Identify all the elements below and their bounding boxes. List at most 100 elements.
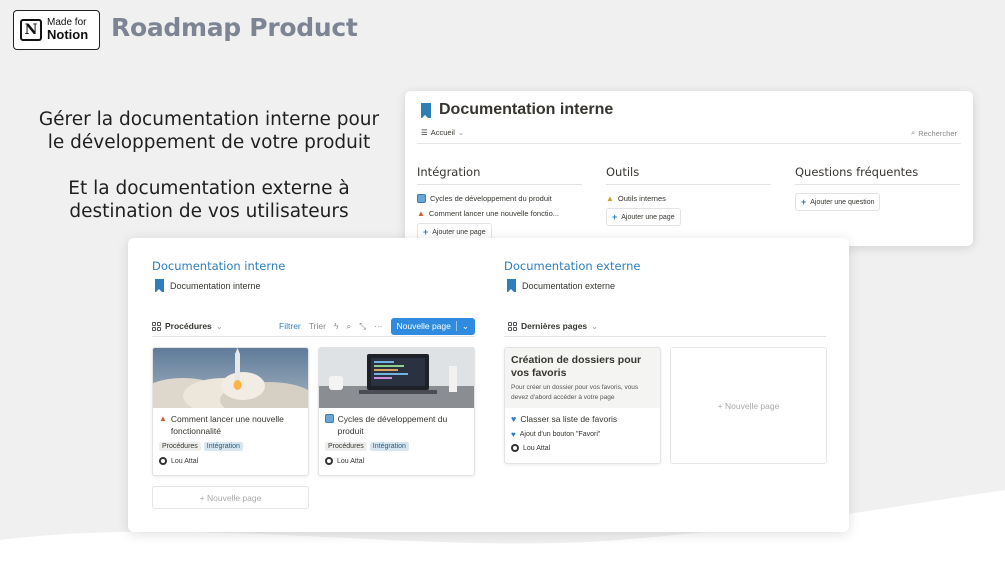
heart-icon: ♥ <box>511 430 516 439</box>
cycle-icon <box>417 194 426 203</box>
add-question-label: Ajouter une question <box>810 198 875 206</box>
add-new-page-button[interactable]: + Nouvelle page <box>152 486 309 509</box>
list-item-label: Cycles de développement du produit <box>430 194 552 203</box>
new-page-label: Nouvelle page <box>396 321 451 331</box>
card-author: Lou Attal <box>153 451 308 465</box>
tagline-external: Et la documentation externe à destinatio… <box>68 178 350 222</box>
heart-icon: ♥ <box>511 414 517 424</box>
search-label: Rechercher <box>918 128 957 138</box>
tag-procedures: Procédures <box>325 442 367 451</box>
chevron-down-icon: ⌄ <box>591 320 599 331</box>
add-page-button[interactable]: + Ajouter une page <box>606 208 681 226</box>
divider <box>417 143 961 144</box>
plus-icon: + <box>801 197 807 207</box>
gallery-card[interactable]: ▲ Comment lancer une nouvelle fonctionna… <box>152 347 309 476</box>
tools-icon: ▲ <box>606 194 614 203</box>
toolbar-divider <box>152 336 475 337</box>
bookmark-icon <box>507 279 516 293</box>
rocket-launch-image <box>153 348 308 408</box>
card-title: ♥ Classer sa liste de favoris <box>505 408 660 425</box>
internal-section-title[interactable]: Documentation interne <box>152 259 285 273</box>
page-title: Documentation interne <box>421 101 613 119</box>
avatar <box>511 444 519 452</box>
card-tags: Procédures Intégration <box>153 437 308 451</box>
plus-icon: + <box>423 227 429 237</box>
made-for-notion-badge: N Made for Notion <box>13 10 100 50</box>
internal-subtitle[interactable]: Documentation interne <box>155 279 261 293</box>
search-button[interactable]: ⌕ Rechercher <box>911 128 957 138</box>
column-faq: Questions fréquentes + Ajouter une quest… <box>795 165 960 211</box>
add-question-button[interactable]: + Ajouter une question <box>795 193 881 211</box>
toolbar-actions: Filtrer Trier ϟ ⌕ ⤡ ··· Nouvelle page ⌄ <box>279 317 475 335</box>
docs-database-card: Documentation interne Documentation inte… <box>128 238 849 532</box>
add-page-label: Ajouter une page <box>621 213 675 221</box>
gallery-card[interactable]: Cycles de développement du produit Procé… <box>318 347 475 476</box>
card-author: Lou Attal <box>505 439 660 452</box>
plus-icon: + <box>612 212 618 222</box>
add-new-page-label: + Nouvelle page <box>717 400 780 411</box>
rocket-icon: ▲ <box>417 209 425 218</box>
author-name: Lou Attal <box>523 444 551 452</box>
card-title-text: Comment lancer une nouvelle fonctionnali… <box>170 414 284 436</box>
expand-icon[interactable]: ⤡ <box>359 321 366 332</box>
nav-accueil[interactable]: ☰ Accueil ⌄ <box>421 128 464 137</box>
column-integration: Intégration Cycles de développement du p… <box>417 165 582 241</box>
card-title: Cycles de développement du produit <box>319 408 474 437</box>
card-author: Lou Attal <box>319 451 474 465</box>
gallery-card[interactable]: Création de dossiers pour vos favoris Po… <box>504 347 661 464</box>
card-subitem: ♥ Ajout d'un bouton "Favori" <box>505 425 660 439</box>
view-selector-label: Dernières pages <box>521 321 588 331</box>
gallery-icon <box>152 321 161 331</box>
subitem-text: Ajout d'un bouton "Favori" <box>519 431 601 438</box>
external-subtitle[interactable]: Documentation externe <box>507 279 616 293</box>
list-item-label: Comment lancer une nouvelle fonctio... <box>428 209 559 218</box>
gallery-icon <box>508 321 517 331</box>
avatar <box>159 457 167 465</box>
filter-button[interactable]: Filtrer <box>279 321 301 331</box>
column-heading: Outils <box>606 165 771 185</box>
list-item[interactable]: Cycles de développement du produit <box>417 191 582 206</box>
chevron-down-icon: ⌄ <box>457 128 465 137</box>
column-heading: Questions fréquentes <box>795 165 960 185</box>
card-tags: Procédures Intégration <box>319 437 474 451</box>
list-icon: ☰ <box>421 128 428 137</box>
search-icon[interactable]: ⌕ <box>346 321 351 332</box>
chevron-down-icon[interactable]: ⌄ <box>462 321 469 332</box>
list-item[interactable]: ▲ Comment lancer une nouvelle fonctio... <box>417 206 582 221</box>
chevron-down-icon: ⌄ <box>215 320 223 331</box>
tagline-internal: Gérer la documentation interne pour le d… <box>38 109 380 153</box>
new-page-button[interactable]: Nouvelle page ⌄ <box>390 317 475 335</box>
add-new-page-label: + Nouvelle page <box>199 492 262 503</box>
external-subtitle-label: Documentation externe <box>522 280 616 291</box>
preview-description: Pour créer un dossier pour vos favoris, … <box>511 384 639 401</box>
more-options-button[interactable]: ··· <box>374 321 383 331</box>
cycle-icon <box>325 414 334 423</box>
card-title-text: Cycles de développement du produit <box>337 414 448 436</box>
view-selector[interactable]: Dernières pages ⌄ <box>508 321 598 332</box>
bookmark-icon <box>421 102 431 119</box>
view-selector-label: Procédures <box>165 321 212 331</box>
add-new-page-card[interactable]: + Nouvelle page <box>670 347 827 464</box>
nav-accueil-label: Accueil <box>430 128 455 137</box>
notion-logo-letter: N <box>24 22 38 38</box>
column-heading: Intégration <box>417 165 582 185</box>
automation-icon[interactable]: ϟ <box>334 321 339 331</box>
list-item-label: Outils internes <box>617 194 666 203</box>
internal-toolbar: Procédures ⌄ Filtrer Trier ϟ ⌕ ⤡ ··· Nou… <box>152 317 475 335</box>
internal-docs-preview-card: Documentation interne ☰ Accueil ⌄ ⌕ Rech… <box>405 91 973 246</box>
notion-logo-icon: N <box>20 19 42 41</box>
bookmark-icon <box>155 279 164 293</box>
sort-button[interactable]: Trier <box>309 321 326 331</box>
card-title-text: Classer sa liste de favoris <box>520 414 618 424</box>
avatar <box>325 457 333 465</box>
view-selector[interactable]: Procédures ⌄ <box>152 321 223 332</box>
preview-heading: Création de dossiers pour vos favoris <box>511 354 642 379</box>
column-outils: Outils ▲ Outils internes + Ajouter une p… <box>606 165 771 226</box>
list-item[interactable]: ▲ Outils internes <box>606 191 771 206</box>
button-separator <box>455 321 457 331</box>
brand-title: Roadmap Product <box>111 13 358 42</box>
external-section-title[interactable]: Documentation externe <box>504 259 640 273</box>
rocket-icon: ▲ <box>159 414 167 423</box>
tag-integration: Intégration <box>369 442 409 451</box>
card-preview: Création de dossiers pour vos favoris Po… <box>505 348 660 408</box>
